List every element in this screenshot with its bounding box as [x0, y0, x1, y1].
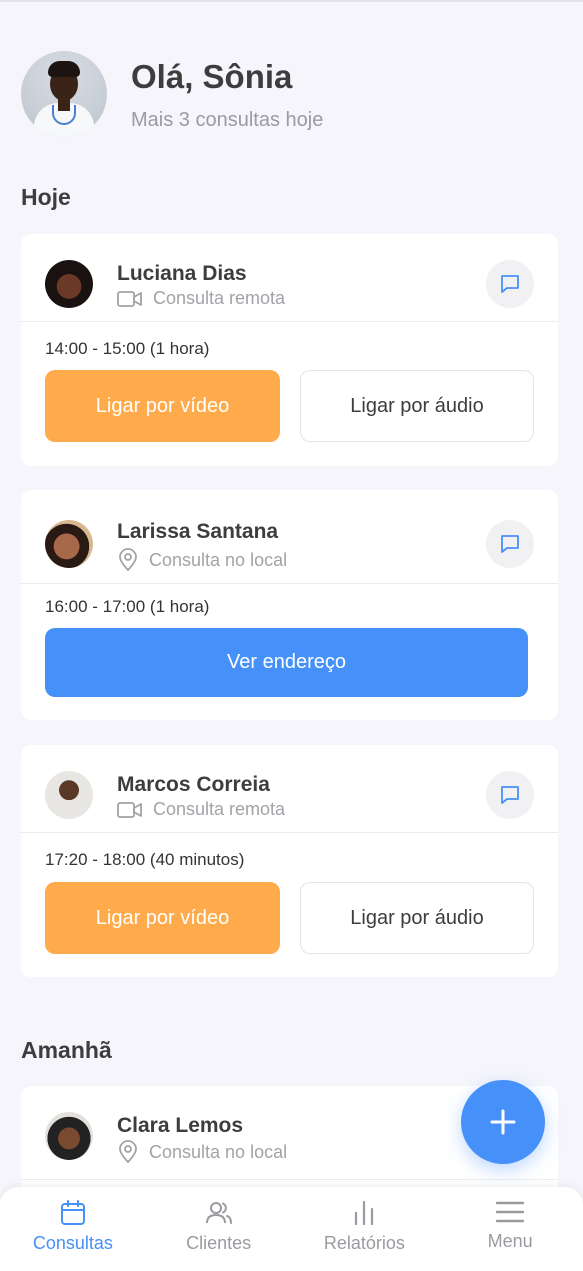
appointment-type-label: Consulta no local [149, 1141, 288, 1162]
appointment-type-label: Consulta no local [149, 549, 288, 570]
nav-item-clientes[interactable]: Clientes [146, 1187, 292, 1271]
avatar [45, 1112, 93, 1160]
bar-chart-icon [355, 1200, 374, 1226]
appointment-card[interactable]: Marcos Correia Consulta remota 17:20 - 1… [21, 745, 558, 977]
avatar [45, 520, 93, 568]
nav-item-menu[interactable]: Menu [437, 1187, 583, 1271]
nav-item-consultas[interactable]: Consultas [0, 1187, 146, 1271]
profile-header: Olá, Sônia Mais 3 consultas hoje [21, 51, 323, 137]
top-divider [0, 0, 583, 2]
nav-item-relatorios[interactable]: Relatórios [292, 1187, 438, 1271]
client-name: Luciana Dias [117, 262, 247, 285]
users-icon [205, 1202, 232, 1224]
greeting-subtitle: Mais 3 consultas hoje [131, 108, 324, 131]
nav-label: Relatórios [323, 1233, 405, 1253]
view-address-button[interactable]: Ver endereço [45, 628, 528, 697]
appointment-time: 17:20 - 18:00 (40 minutos) [45, 850, 245, 869]
client-name: Clara Lemos [117, 1114, 244, 1137]
client-name: Marcos Correia [117, 773, 270, 796]
appointment-type: Consulta remota [117, 288, 285, 309]
appointment-time: 14:00 - 15:00 (1 hora) [45, 339, 210, 358]
plus-icon [490, 1109, 516, 1135]
video-icon [117, 801, 142, 818]
menu-icon [495, 1201, 525, 1223]
appointment-time: 16:00 - 17:00 (1 hora) [45, 597, 210, 616]
audio-call-button[interactable]: Ligar por áudio [300, 882, 534, 954]
appointment-type: Consulta no local [117, 548, 287, 572]
video-icon [117, 290, 142, 307]
appointment-type: Consulta remota [117, 799, 285, 820]
video-call-button[interactable]: Ligar por vídeo [45, 882, 280, 954]
chat-icon [501, 275, 519, 293]
calendar-icon [60, 1200, 85, 1225]
video-call-button[interactable]: Ligar por vídeo [45, 370, 280, 442]
chat-icon [501, 535, 519, 553]
greeting-title: Olá, Sônia [131, 57, 293, 95]
avatar [45, 260, 93, 308]
nav-label: Menu [487, 1231, 533, 1251]
chat-button[interactable] [486, 520, 534, 568]
location-pin-icon [119, 548, 137, 572]
location-pin-icon [119, 1140, 137, 1164]
audio-call-button[interactable]: Ligar por áudio [300, 370, 534, 442]
section-title-today: Hoje [21, 184, 71, 210]
appointment-type: Consulta no local [117, 1140, 287, 1164]
avatar [45, 771, 93, 819]
appointment-card[interactable]: Luciana Dias Consulta remota 14:00 - 15:… [21, 234, 558, 466]
add-appointment-button[interactable] [461, 1080, 545, 1164]
section-title-tomorrow: Amanhã [21, 1037, 112, 1063]
nav-label: Clientes [186, 1233, 252, 1253]
chat-button[interactable] [486, 260, 534, 308]
client-name: Larissa Santana [117, 520, 279, 543]
appointment-type-label: Consulta remota [153, 799, 286, 819]
appointment-card[interactable]: Larissa Santana Consulta no local 16:00 … [21, 490, 558, 720]
avatar[interactable] [21, 51, 107, 137]
chat-icon [501, 786, 519, 804]
chat-button[interactable] [486, 771, 534, 819]
nav-label: Consultas [32, 1233, 113, 1253]
appointment-type-label: Consulta remota [153, 288, 286, 308]
bottom-navigation: Consultas Clientes Relatórios Menu [0, 1187, 583, 1271]
